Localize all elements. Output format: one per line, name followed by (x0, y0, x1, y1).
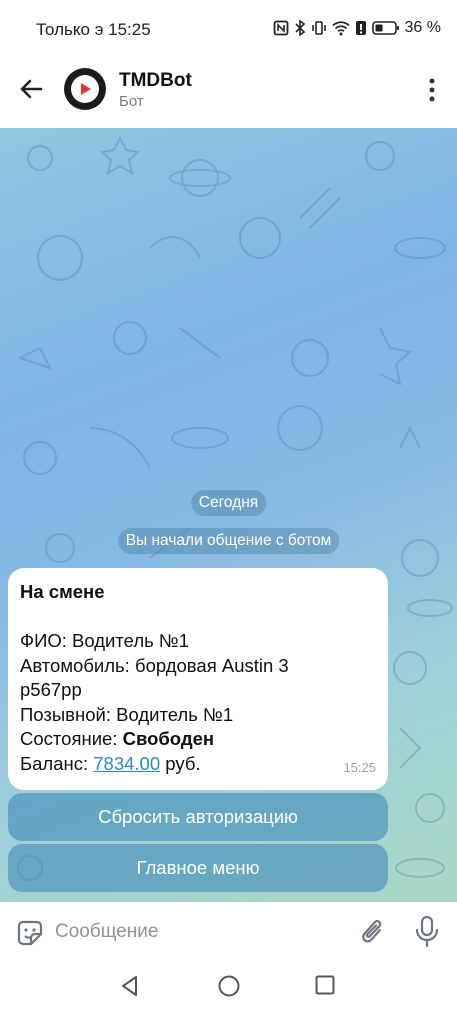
status-time: Только э 15:25 (36, 20, 151, 39)
message-balance-line: Баланс: 7834.00 руб. (20, 752, 201, 774)
message-input-bar: Сообщение (0, 902, 457, 960)
chat-header: TMDBot Бот (0, 60, 457, 128)
chat-subtitle: Бот (119, 93, 144, 110)
nav-home-icon[interactable] (217, 974, 241, 998)
message-state-line: Состояние: Свободен (20, 728, 215, 749)
nav-recent-apps-icon[interactable] (314, 974, 336, 996)
sticker-icon[interactable] (15, 918, 45, 948)
nfc-icon (273, 20, 288, 36)
reset-auth-button[interactable]: Сбросить авторизацию (8, 793, 388, 841)
message-plate-line: р567рр (20, 679, 82, 700)
message-heading: На смене (20, 581, 105, 602)
system-nav-bar (0, 960, 457, 1010)
microphone-icon[interactable] (413, 915, 441, 949)
battery-icon (371, 21, 399, 35)
service-message: Вы начали общение с ботом (117, 528, 340, 554)
chat-area[interactable]: Сегодня Вы начали общение с ботом На сме… (0, 128, 457, 902)
date-separator: Сегодня (190, 490, 267, 516)
back-arrow-icon[interactable] (16, 74, 46, 104)
vibrate-icon (311, 21, 326, 35)
message-car-line: Автомобиль: бордовая Austin 3 (20, 654, 289, 676)
message-time: 15:25 (343, 759, 376, 775)
paperclip-icon[interactable] (360, 916, 386, 948)
message-input[interactable]: Сообщение (55, 921, 158, 943)
bot-avatar[interactable] (64, 68, 106, 110)
bot-avatar-play-icon (71, 75, 99, 103)
battery-percent: 36 % (404, 19, 441, 36)
message-fio-line: ФИО: Водитель №1 (20, 630, 190, 651)
status-icons: 36 % (273, 19, 441, 37)
nav-back-icon[interactable] (118, 974, 142, 998)
bluetooth-icon (294, 20, 305, 36)
main-menu-button[interactable]: Главное меню (8, 844, 388, 892)
bot-message-bubble[interactable]: На смене ФИО: Водитель №1 Автомобиль: бо… (8, 568, 388, 790)
chat-title[interactable]: TMDBot (119, 70, 192, 92)
alert-icon (355, 21, 366, 35)
status-bar: Только э 15:25 36 % (0, 0, 457, 60)
state-value: Свободен (122, 728, 215, 749)
balance-link[interactable]: 7834.00 (93, 753, 160, 774)
more-vert-icon[interactable] (427, 77, 437, 103)
message-callsign-line: Позывной: Водитель №1 (20, 703, 234, 725)
wifi-icon (331, 21, 350, 36)
